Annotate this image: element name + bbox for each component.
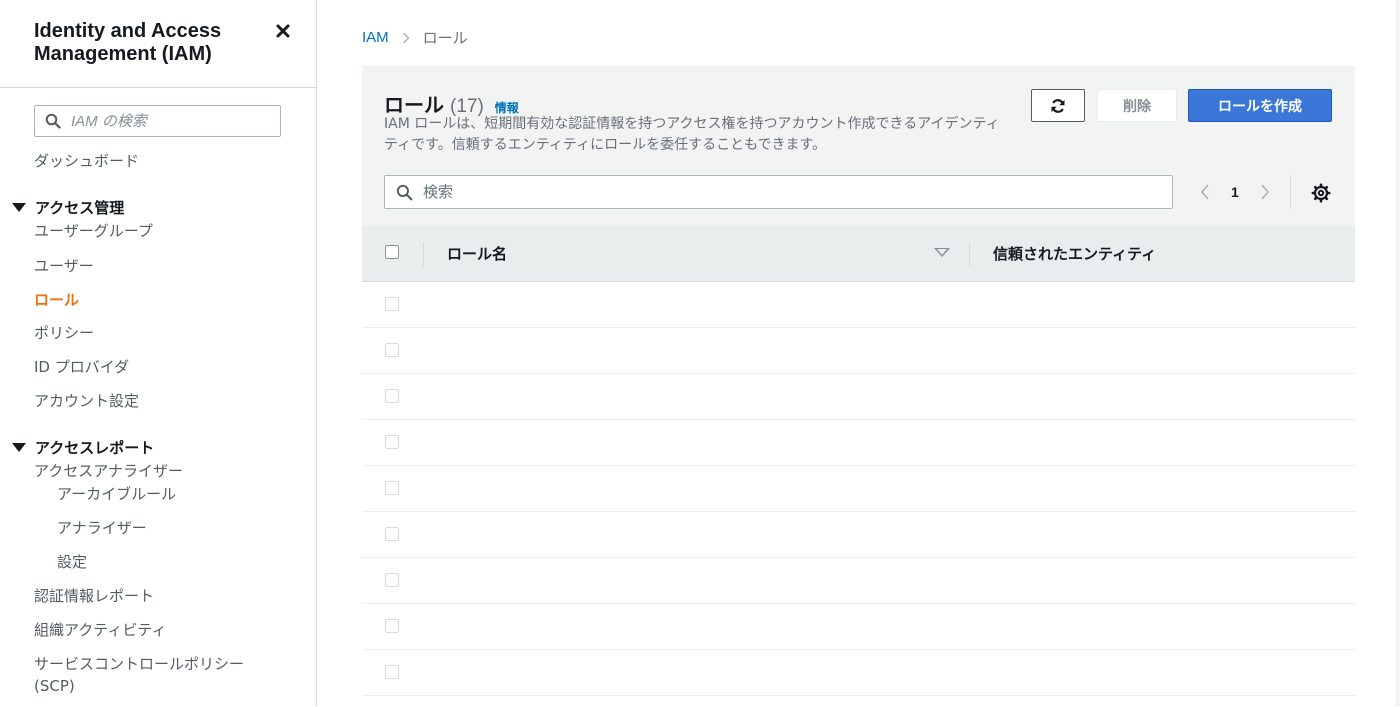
column-header-role-name[interactable]: ロール名 [447,243,507,264]
chevron-right-icon [402,31,410,44]
sidebar-item-user-groups[interactable]: ユーザーグループ [34,220,153,241]
prev-page-icon[interactable] [1195,180,1215,204]
pagination: 1 [1195,180,1275,204]
table-row[interactable] [362,282,1355,328]
table-row[interactable] [362,328,1355,374]
sidebar-item-organization-activity[interactable]: 組織アクティビティ [34,619,166,640]
column-divider [969,242,970,266]
sidebar-item-dashboard[interactable]: ダッシュボード [34,150,139,171]
delete-button[interactable]: 削除 [1097,89,1177,122]
row-checkbox[interactable] [385,435,399,449]
breadcrumb: IAM ロール [362,27,468,48]
row-checkbox[interactable] [385,527,399,541]
sidebar-search[interactable] [34,105,281,137]
caret-down-icon [12,203,26,212]
sidebar-search-input[interactable] [69,111,263,131]
row-checkbox[interactable] [385,573,399,587]
pager-divider [1290,175,1291,209]
role-search-input[interactable] [421,182,1145,202]
sidebar-section-label: アクセスレポート [35,439,155,457]
row-checkbox[interactable] [385,389,399,403]
row-checkbox[interactable] [385,619,399,633]
sidebar-item-users[interactable]: ユーザー [34,255,94,276]
page-scrollbar[interactable] [1396,0,1400,706]
column-divider [423,242,424,266]
table-row[interactable] [362,466,1355,512]
search-icon [396,184,413,200]
page-number[interactable]: 1 [1231,184,1239,200]
sidebar-item-roles[interactable]: ロール [34,289,79,310]
panel-description: IAM ロールは、短期間有効な認証情報を持つアクセス権を持つアカウント作成できる… [384,116,1000,153]
sidebar-section-access-management[interactable]: アクセス管理 [12,197,124,218]
sidebar-item-scp[interactable]: サービスコントロールポリシー [34,653,244,674]
sidebar-item-identity-providers[interactable]: ID プロバイダ [34,356,129,377]
sidebar-item-analyzer-settings[interactable]: 設定 [57,551,87,572]
table-row[interactable] [362,374,1355,420]
column-header-trusted-entities[interactable]: 信頼されたエンティティ [993,243,1156,264]
table-header: ロール名 信頼されたエンティティ [362,226,1355,282]
search-icon [45,113,61,129]
sidebar: Identity and Access Management (IAM) ダッシ… [0,0,317,706]
row-checkbox[interactable] [385,297,399,311]
breadcrumb-iam-link[interactable]: IAM [362,29,389,46]
sidebar-item-policies[interactable]: ポリシー [34,322,94,343]
sidebar-section-access-reports[interactable]: アクセスレポート [12,437,154,458]
close-icon[interactable] [272,20,294,42]
table-body [362,282,1355,696]
table-row[interactable] [362,604,1355,650]
sidebar-item-account-settings[interactable]: アカウント設定 [34,390,139,411]
refresh-icon [1051,98,1065,113]
create-role-button[interactable]: ロールを作成 [1188,89,1332,122]
sort-down-icon[interactable] [934,248,950,257]
sidebar-item-access-analyzer[interactable]: アクセスアナライザー [34,460,183,481]
next-page-icon[interactable] [1255,180,1275,204]
sidebar-section-label: アクセス管理 [35,199,125,217]
gear-icon[interactable] [1309,181,1333,205]
select-all-checkbox[interactable] [385,245,399,259]
role-search[interactable] [384,175,1173,209]
panel-header: ロール (17) 情報 IAM ロールは、短期間有効な認証情報を持つアクセス権を… [362,67,1355,227]
row-checkbox[interactable] [385,481,399,495]
roles-panel: ロール (17) 情報 IAM ロールは、短期間有効な認証情報を持つアクセス権を… [362,66,1355,707]
refresh-button[interactable] [1031,89,1085,122]
table-row[interactable] [362,650,1355,696]
row-checkbox[interactable] [385,665,399,679]
table-row[interactable] [362,420,1355,466]
row-checkbox[interactable] [385,343,399,357]
sidebar-item-credential-report[interactable]: 認証情報レポート [34,585,154,606]
sidebar-divider [0,87,316,88]
table-row[interactable] [362,558,1355,604]
sidebar-item-scp-abbr[interactable]: (SCP) [34,677,75,695]
breadcrumb-current: ロール [422,29,468,47]
table-row[interactable] [362,512,1355,558]
sidebar-item-analyzers[interactable]: アナライザー [57,517,147,538]
sidebar-title: Identity and Access Management (IAM) [34,20,222,65]
caret-down-icon [12,443,26,452]
sidebar-item-archive-rules[interactable]: アーカイブルール [57,483,176,504]
